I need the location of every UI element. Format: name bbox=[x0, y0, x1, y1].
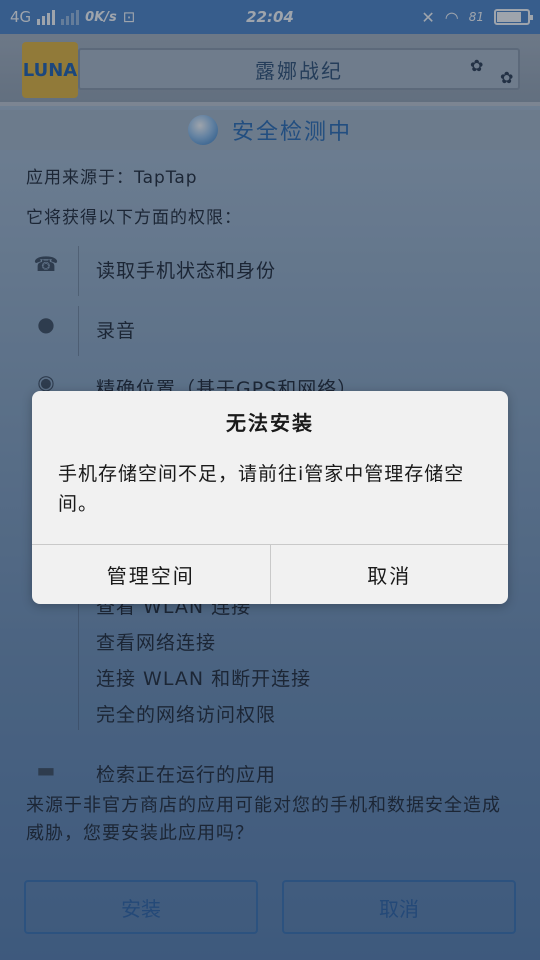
dialog-button-row: 管理空间 取消 bbox=[32, 544, 508, 604]
manage-storage-button[interactable]: 管理空间 bbox=[32, 545, 270, 604]
dialog-message: 手机存储空间不足，请前往i管家中管理存储空间。 bbox=[58, 463, 465, 515]
install-failed-dialog: 无法安装 手机存储空间不足，请前往i管家中管理存储空间。 管理空间 取消 bbox=[32, 391, 508, 604]
dialog-cancel-button[interactable]: 取消 bbox=[269, 545, 509, 604]
dialog-title: 无法安装 bbox=[226, 411, 314, 435]
